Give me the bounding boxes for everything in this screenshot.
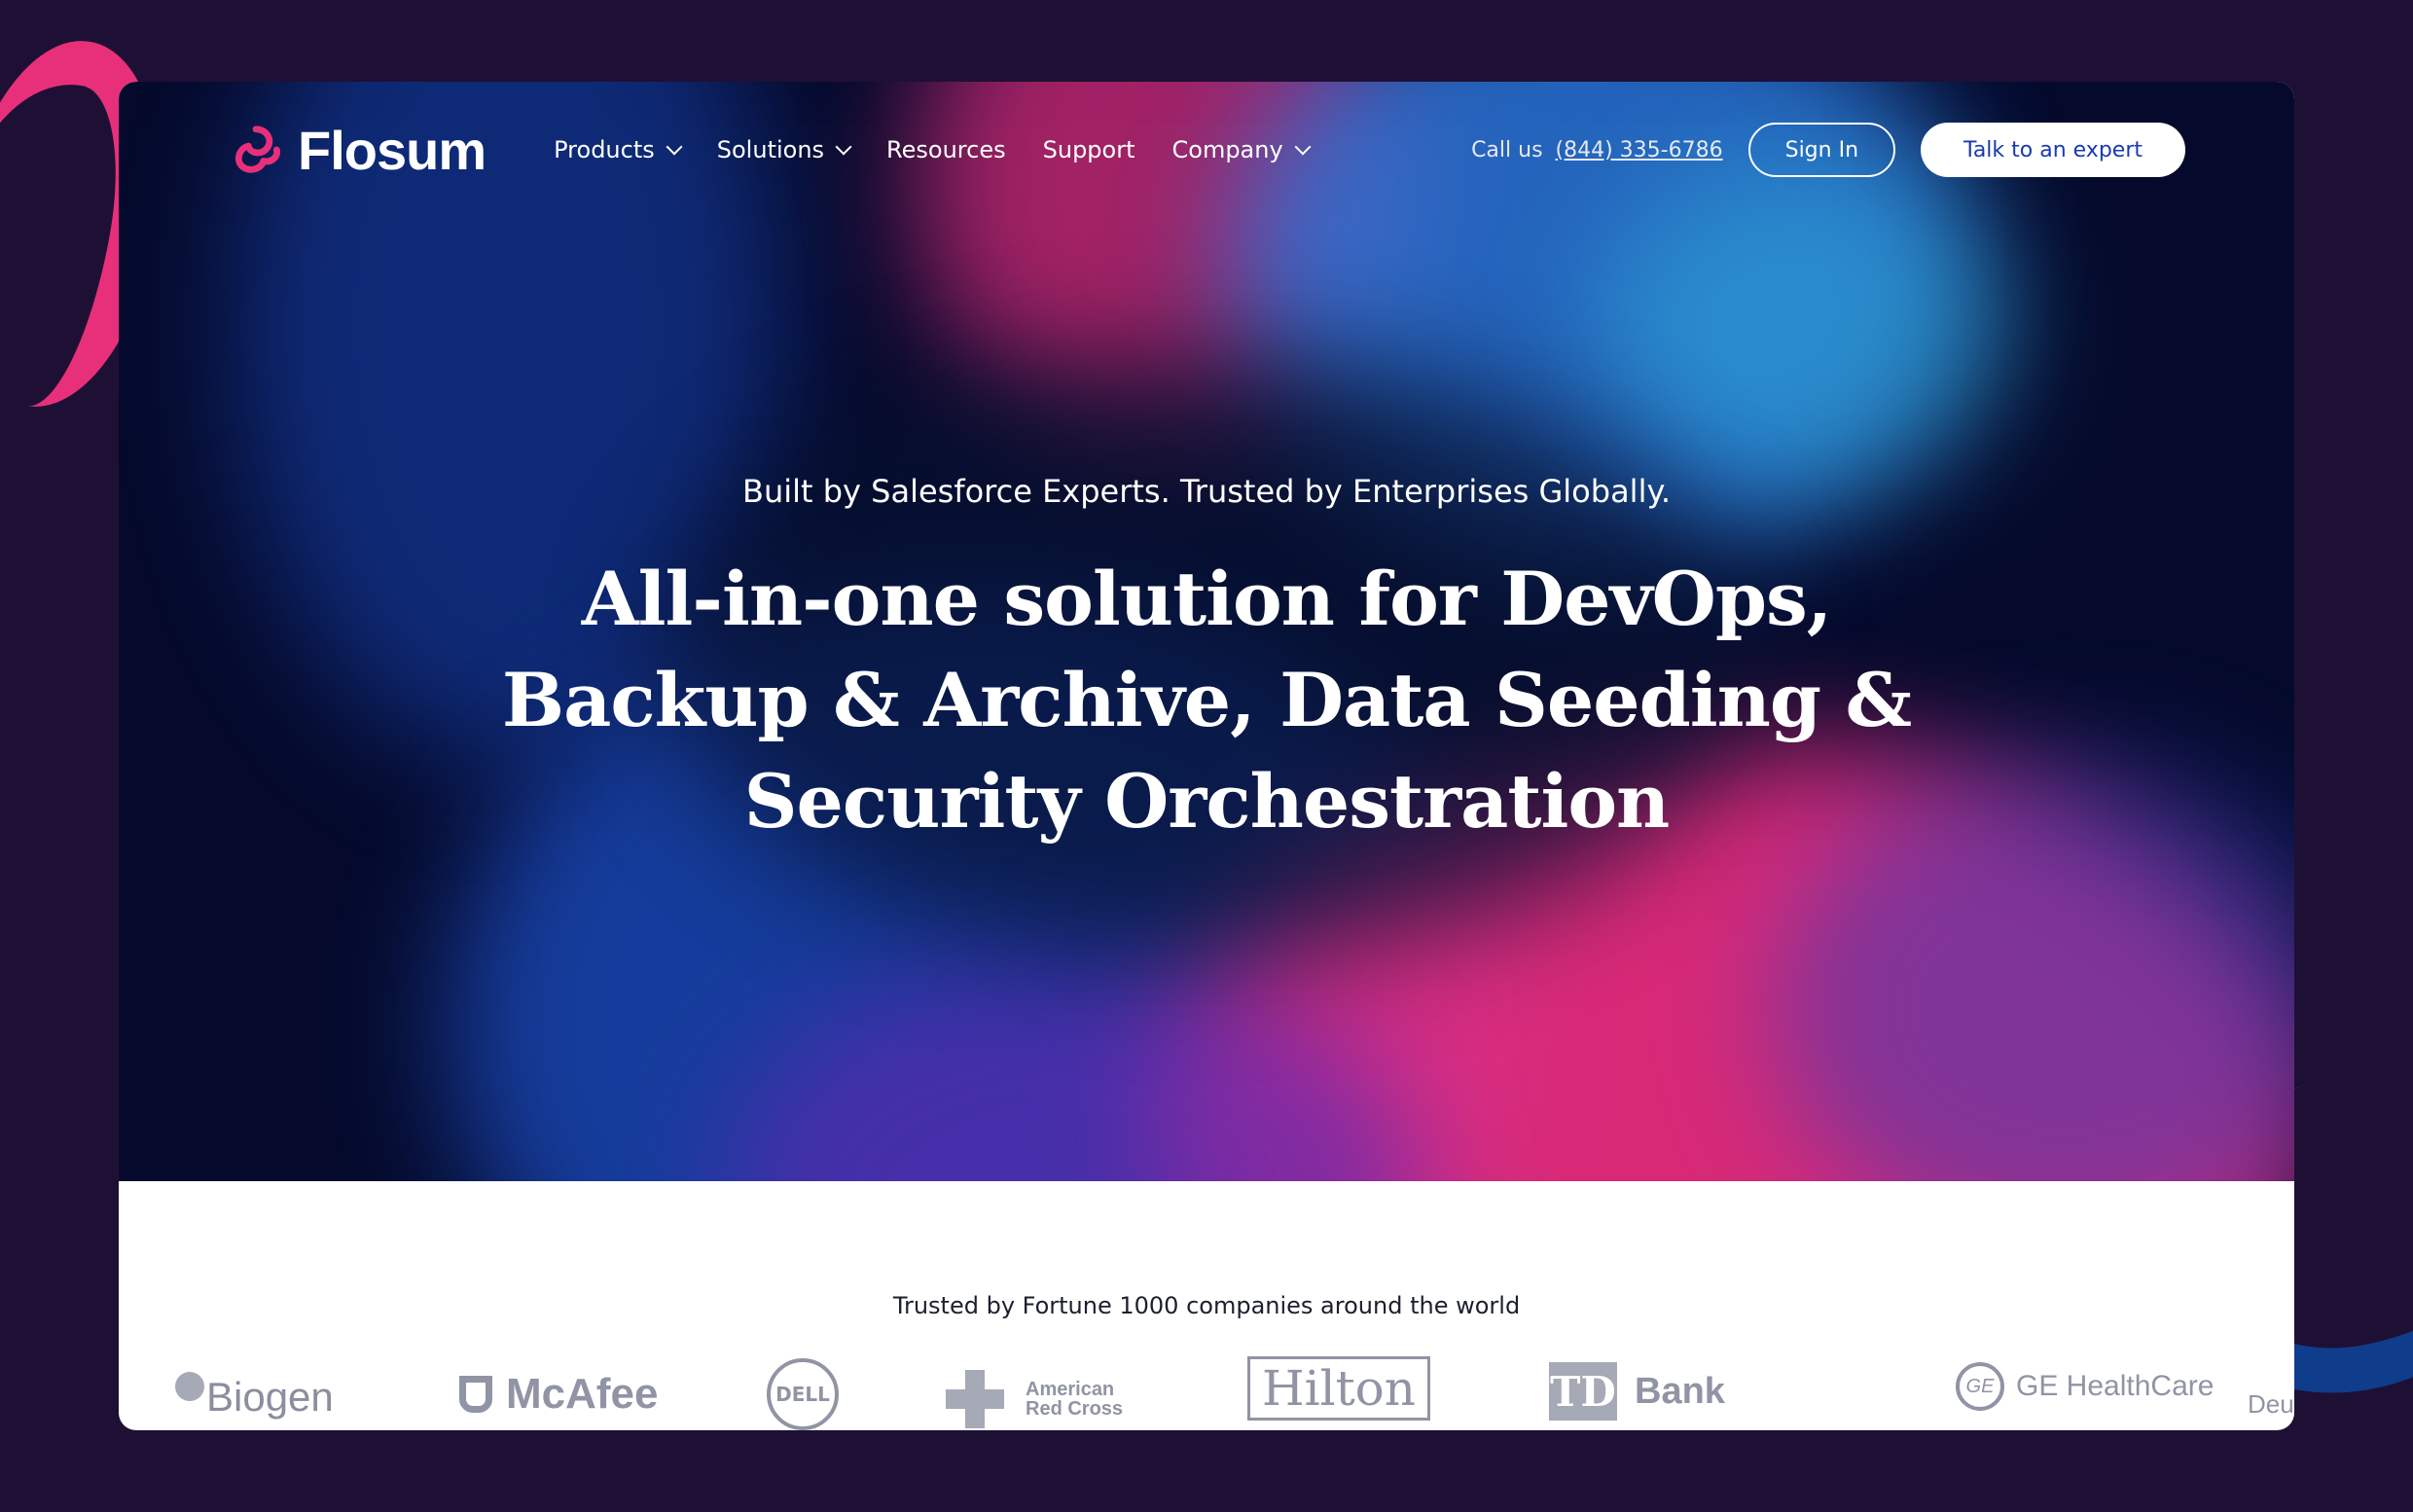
logo-text: Red Cross (1026, 1398, 1124, 1420)
hero-section: Flosum Products Solutions Resources Supp… (119, 82, 2294, 1181)
nav-item-label: Products (554, 136, 655, 163)
logo-text: GE HealthCare (2016, 1370, 2215, 1402)
red-cross-logo: American Red Cross (946, 1370, 1123, 1428)
flosum-logo-icon (234, 126, 280, 173)
brand-logo-link[interactable]: Flosum (228, 119, 486, 182)
nav-item-support[interactable]: Support (1043, 136, 1135, 163)
nav-item-label: Company (1171, 136, 1283, 163)
nav-menu: Products Solutions Resources Support Com… (554, 136, 1346, 163)
biogen-logo: Biogen (175, 1372, 334, 1421)
nav-item-company[interactable]: Company (1171, 136, 1312, 163)
browser-page-frame: Flosum Products Solutions Resources Supp… (119, 82, 2294, 1430)
cross-icon (946, 1370, 1004, 1428)
td-bank-logo: TD Bank (1549, 1362, 1725, 1421)
nav-item-label: Resources (886, 136, 1006, 163)
headline-line: All-in-one solution for DevOps, (581, 556, 1833, 642)
hilton-logo: Hilton (1247, 1356, 1430, 1421)
logo-text-block: American Red Cross (1026, 1380, 1123, 1419)
biogen-mark-icon (175, 1372, 204, 1401)
brand-name: Flosum (298, 119, 486, 181)
nav-item-resources[interactable]: Resources (886, 136, 1006, 163)
chevron-down-icon (1294, 138, 1312, 156)
dell-logo: DELL (767, 1358, 839, 1430)
nav-actions: Call us (844) 335-6786 Sign In Talk to a… (1471, 123, 2185, 177)
logo-text: Biogen (206, 1374, 334, 1420)
headline-line: Backup & Archive, Data Seeding & (501, 657, 1912, 743)
logo-text: McAfee (506, 1370, 659, 1418)
logo-text: Bank (1635, 1370, 1725, 1412)
deutsche-bank-logo: Deutsche Ba (2248, 1389, 2294, 1420)
sign-in-button[interactable]: Sign In (1747, 123, 1896, 177)
logo-text: Hilton (1262, 1360, 1416, 1417)
customer-logo-strip: Biogen McAfee DELL American Red Cross Hi… (175, 1356, 2294, 1430)
trusted-by-text: Trusted by Fortune 1000 companies around… (892, 1292, 1521, 1319)
nav-item-solutions[interactable]: Solutions (716, 136, 852, 163)
mcafee-logo: McAfee (459, 1370, 659, 1419)
ge-healthcare-logo: GE GE HealthCare (1956, 1362, 2214, 1411)
phone-link[interactable]: (844) 335-6786 (1556, 138, 1723, 162)
mcafee-shield-icon (459, 1376, 492, 1413)
logo-text: DELL (775, 1383, 830, 1406)
talk-to-expert-button[interactable]: Talk to an expert (1921, 123, 2185, 177)
td-box-icon: TD (1549, 1362, 1617, 1421)
logo-text: American (1026, 1379, 1115, 1400)
hero-headline: All-in-one solution for DevOps, Backup &… (450, 549, 1963, 852)
logo-text: Deutsche Ba (2248, 1389, 2294, 1419)
nav-item-label: Solutions (716, 136, 825, 163)
nav-item-products[interactable]: Products (554, 136, 683, 163)
headline-line: Security Orchestration (743, 758, 1671, 845)
chevron-down-icon (666, 138, 683, 156)
chevron-down-icon (835, 138, 852, 156)
hero-eyebrow: Built by Salesforce Experts. Trusted by … (741, 473, 1671, 510)
top-navigation: Flosum Products Solutions Resources Supp… (119, 82, 2294, 218)
ge-emblem-icon: GE (1956, 1362, 2004, 1411)
call-us-label: Call us (1471, 137, 1543, 162)
nav-item-label: Support (1042, 136, 1135, 163)
call-us: Call us (844) 335-6786 (1471, 138, 1723, 162)
